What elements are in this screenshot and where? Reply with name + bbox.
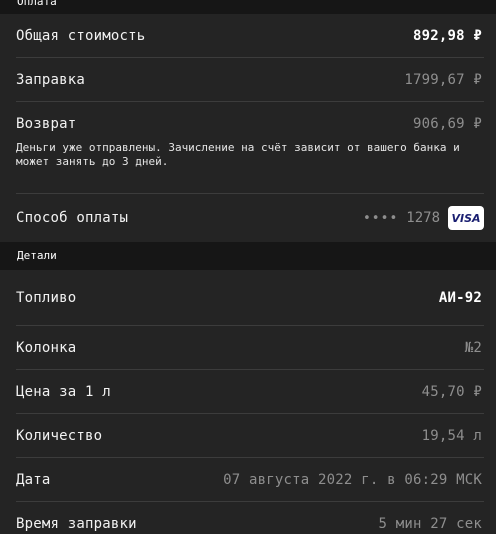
card-last4: 1278 [406, 210, 440, 226]
refuel-label: Заправка [16, 71, 86, 88]
pump-value: №2 [464, 339, 482, 356]
fuel-label: Топливо [16, 289, 77, 306]
refuel-value: 1799,67 ₽ [404, 71, 482, 88]
refuel-time-row: Время заправки 5 мин 27 сек [16, 502, 484, 534]
card-mask-dots: •••• [362, 210, 399, 226]
refuel-row: Заправка 1799,67 ₽ [16, 58, 484, 102]
refund-value: 906,69 ₽ [412, 116, 482, 132]
quantity-value: 19,54 л [421, 427, 482, 444]
fuel-value: АИ-92 [438, 289, 482, 306]
pump-row: Колонка №2 [16, 326, 484, 370]
pump-label: Колонка [16, 339, 77, 356]
refund-note: Деньги уже отправлены. Зачисление на счё… [16, 141, 460, 168]
payment-card: Общая стоимость 892,98 ₽ Заправка 1799,6… [0, 14, 496, 242]
details-section-header: Детали [0, 242, 496, 270]
total-row: Общая стоимость 892,98 ₽ [16, 14, 484, 58]
quantity-row: Количество 19,54 л [16, 414, 484, 458]
payment-header-title: Оплата [17, 0, 57, 8]
total-label: Общая стоимость [16, 27, 146, 44]
total-value: 892,98 ₽ [412, 27, 482, 44]
visa-logo-icon: VISA [448, 206, 484, 230]
refuel-time-value: 5 мин 27 сек [378, 516, 482, 532]
payment-method-row[interactable]: Способ оплаты •••• 1278 VISA [16, 194, 484, 242]
details-card: Топливо АИ-92 Колонка №2 Цена за 1 л 45,… [0, 270, 496, 534]
fuel-row: Топливо АИ-92 [16, 270, 484, 326]
quantity-label: Количество [16, 427, 103, 444]
refund-block: Возврат 906,69 ₽ Деньги уже отправлены. … [16, 102, 484, 194]
date-label: Дата [16, 471, 51, 488]
payment-method-label: Способ оплаты [16, 210, 129, 226]
price-label: Цена за 1 л [16, 383, 111, 400]
price-row: Цена за 1 л 45,70 ₽ [16, 370, 484, 414]
date-row: Дата 07 августа 2022 г. в 06:29 МСК [16, 458, 484, 502]
price-value: 45,70 ₽ [421, 383, 482, 400]
refuel-time-label: Время заправки [16, 516, 137, 532]
payment-method-value: •••• 1278 VISA [363, 206, 484, 230]
payment-section-header: Оплата [0, 0, 496, 14]
refund-row: Возврат 906,69 ₽ [16, 116, 484, 132]
details-header-title: Детали [17, 249, 57, 262]
refund-label: Возврат [16, 116, 77, 132]
date-value: 07 августа 2022 г. в 06:29 МСК [223, 471, 482, 488]
